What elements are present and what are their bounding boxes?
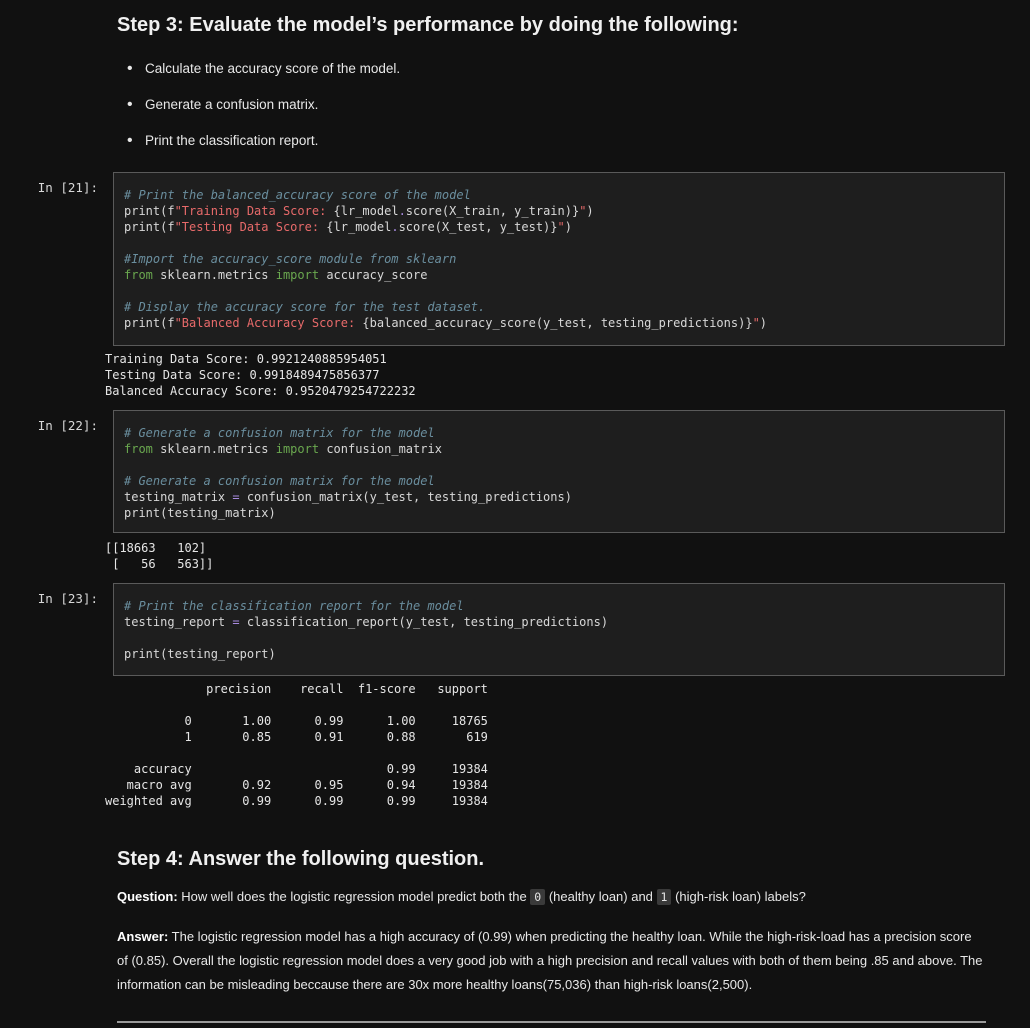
question-label: Question: (117, 889, 178, 904)
step3-markdown: Step 3: Evaluate the model’s performance… (117, 14, 986, 159)
code-line: #Import the accuracy_score module from s… (124, 252, 457, 266)
report-row: accuracy 0.99 19384 (105, 762, 488, 776)
bullet-item: Calculate the accuracy score of the mode… (127, 51, 986, 87)
step4-markdown: Step 4: Answer the following question. Q… (117, 848, 986, 997)
cell-output-23: precision recall f1-score support 0 1.00… (105, 681, 488, 809)
step3-heading: Step 3: Evaluate the model’s performance… (117, 14, 739, 36)
cell-output-21: Training Data Score: 0.9921240885954051 T… (105, 351, 416, 399)
step3-bullet-list: Calculate the accuracy score of the mode… (117, 51, 986, 159)
inline-code-0: 0 (530, 889, 546, 905)
code-line: # Generate a confusion matrix for the mo… (124, 426, 435, 440)
bullet-item: Generate a confusion matrix. (127, 87, 986, 123)
report-row: 1 0.85 0.91 0.88 619 (105, 730, 488, 744)
output-line: Training Data Score: 0.9921240885954051 (105, 352, 387, 366)
code-cell-22[interactable]: # Generate a confusion matrix for the mo… (113, 410, 1005, 533)
code-cell-21[interactable]: # Print the balanced_accuracy score of t… (113, 172, 1005, 346)
code-line: print(testing_matrix) (124, 506, 276, 520)
output-line: Testing Data Score: 0.9918489475856377 (105, 368, 380, 382)
report-row: weighted avg 0.99 0.99 0.99 19384 (105, 794, 488, 808)
answer-paragraph: Answer: The logistic regression model ha… (117, 925, 986, 997)
code-line: # Print the balanced_accuracy score of t… (124, 188, 471, 202)
output-line: [ 56 563]] (105, 557, 214, 571)
code-cell-23[interactable]: # Print the classification report for th… (113, 583, 1005, 676)
bullet-item: Print the classification report. (127, 123, 986, 159)
report-row: 0 1.00 0.99 1.00 18765 (105, 714, 488, 728)
cell-prompt: In [22]: (37, 418, 98, 433)
cell-prompt: In [23]: (37, 591, 98, 606)
step4-heading: Step 4: Answer the following question. (117, 848, 485, 870)
code-line: print(f"Testing Data Score: {lr_model.sc… (124, 220, 572, 234)
code-line: testing_report = classification_report(y… (124, 615, 609, 629)
code-line: print(testing_report) (124, 647, 276, 661)
horizontal-rule (117, 1021, 986, 1023)
output-line: Balanced Accuracy Score: 0.9520479254722… (105, 384, 416, 398)
inline-code-1: 1 (656, 889, 672, 905)
question-text: How well does the logistic regression mo… (177, 889, 531, 904)
question-text: (high-risk loan) labels? (671, 889, 806, 904)
cell-output-22: [[18663 102] [ 56 563]] (105, 540, 213, 572)
report-header: precision recall f1-score support (105, 682, 488, 696)
code-line: # Generate a confusion matrix for the mo… (124, 474, 435, 488)
report-row (105, 745, 488, 761)
code-line: # Display the accuracy score for the tes… (124, 300, 486, 314)
code-line: print(f"Training Data Score: {lr_model.s… (124, 204, 594, 218)
code-line: print(f"Balanced Accuracy Score: {balanc… (124, 316, 768, 330)
report-row: macro avg 0.92 0.95 0.94 19384 (105, 778, 488, 792)
code-line: testing_matrix = confusion_matrix(y_test… (124, 490, 572, 504)
cell-prompt: In [21]: (37, 180, 98, 195)
output-line: [[18663 102] (105, 541, 207, 555)
code-line: from sklearn.metrics import confusion_ma… (124, 442, 442, 456)
question-text: (healthy loan) and (545, 889, 657, 904)
answer-label: Answer: (117, 929, 169, 944)
code-line: from sklearn.metrics import accuracy_sco… (124, 268, 428, 282)
answer-text: The logistic regression model has a high… (117, 929, 983, 992)
code-line: # Print the classification report for th… (124, 599, 464, 613)
report-row (105, 697, 488, 713)
question-paragraph: Question: How well does the logistic reg… (117, 885, 986, 909)
